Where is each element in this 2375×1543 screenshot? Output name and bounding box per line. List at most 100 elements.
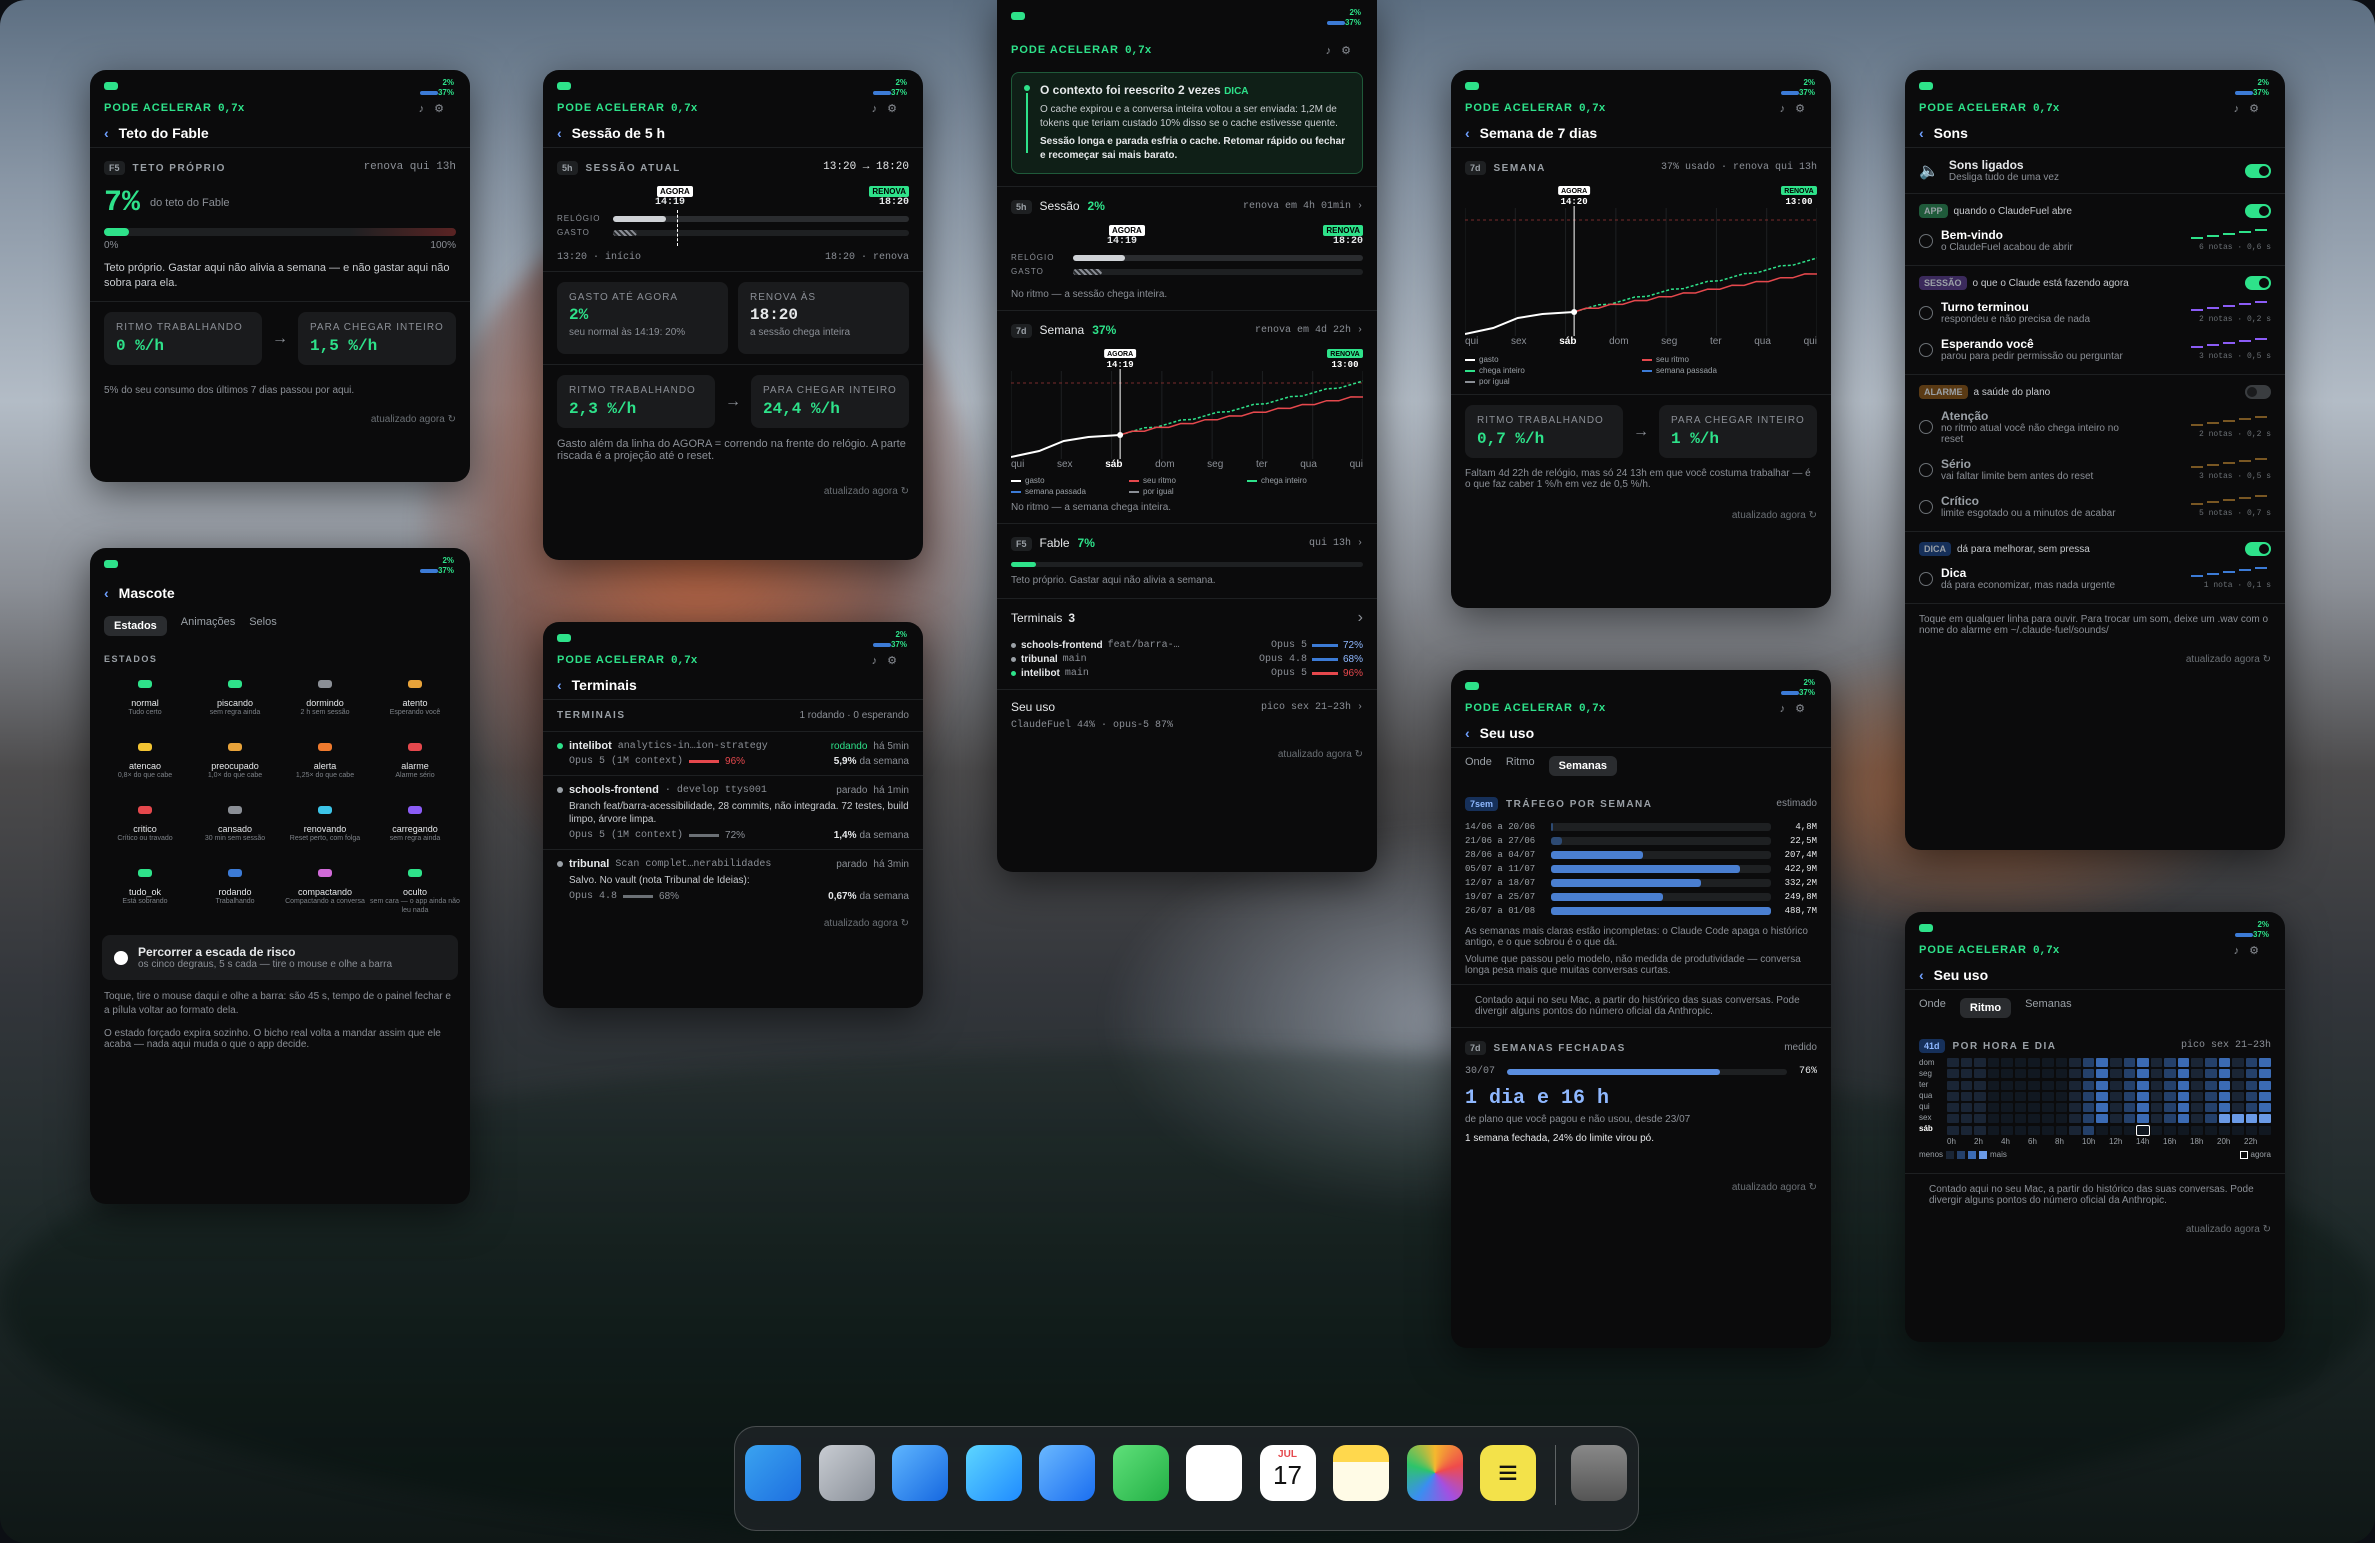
gear-icon[interactable]: ⚙: [887, 103, 907, 115]
speaker-icon[interactable]: ♪: [2234, 945, 2250, 957]
updated-footer[interactable]: atualizado agora ↻: [1451, 502, 1831, 533]
chevron-left-icon[interactable]: ‹: [1465, 125, 1470, 141]
updated-footer[interactable]: atualizado agora ↻: [1905, 646, 2285, 677]
terminal-summary-row[interactable]: schools-frontend feat/barra-… Opus 5 72%: [1011, 640, 1363, 651]
updated-footer[interactable]: atualizado agora ↻: [543, 478, 923, 509]
gear-icon[interactable]: ⚙: [1341, 45, 1361, 57]
chevron-left-icon[interactable]: ‹: [557, 677, 562, 693]
tab-ritmo[interactable]: Ritmo: [1506, 756, 1535, 776]
gear-icon[interactable]: ⚙: [1795, 103, 1815, 115]
tab-onde[interactable]: Onde: [1465, 756, 1492, 776]
tip-card[interactable]: O contexto foi reescrito 2 vezes DICA O …: [1011, 72, 1363, 174]
state-cansado[interactable]: cansado 30 min sem sessão: [190, 806, 280, 843]
state-atencao[interactable]: atencao 0,8× do que cabe: [100, 743, 190, 780]
terminal-item[interactable]: schools-frontend · develop ttys001 parado h…: [543, 775, 923, 849]
messages-icon[interactable]: [965, 1445, 1022, 1501]
usage-row[interactable]: Seu uso pico sex 21–23h › ClaudeFuel 44% …: [997, 690, 1377, 741]
risk-ladder-button[interactable]: Percorrer a escada de risco os cinco degr…: [102, 935, 458, 980]
tab-ritmo[interactable]: Ritmo: [1959, 998, 2012, 1018]
sound-item[interactable]: Turno terminou respondeu e não precisa de…: [1905, 294, 2285, 331]
play-icon[interactable]: [1919, 462, 1933, 477]
updated-footer[interactable]: atualizado agora ↻: [1451, 1174, 1831, 1205]
tab-semanas[interactable]: Semanas: [1548, 756, 1617, 776]
sound-item[interactable]: Esperando você parou para pedir permissão…: [1905, 331, 2285, 368]
gear-icon[interactable]: ⚙: [2249, 103, 2269, 115]
back-header[interactable]: ‹ Teto do Fable: [90, 118, 470, 148]
facetime-icon[interactable]: [1112, 1445, 1169, 1501]
safari-icon[interactable]: [892, 1445, 948, 1501]
sound-item[interactable]: Sério vai faltar limite bem antes do rese…: [1905, 451, 2285, 488]
play-icon[interactable]: [1919, 342, 1933, 357]
sound-item[interactable]: Dica dá para economizar, mas nada urgente…: [1905, 560, 2285, 597]
finder-icon[interactable]: [745, 1445, 801, 1501]
chevron-left-icon[interactable]: ‹: [104, 585, 109, 601]
back-header[interactable]: ‹ Seu uso: [1905, 960, 2285, 990]
gear-icon[interactable]: ⚙: [1795, 703, 1815, 715]
state-normal[interactable]: normal Tudo certo: [100, 680, 190, 717]
gear-icon[interactable]: ⚙: [887, 655, 907, 667]
speaker-icon[interactable]: ♪: [1326, 45, 1342, 57]
terminal-summary-row[interactable]: intelibot main Opus 5 96%: [1011, 668, 1363, 679]
tab-animações[interactable]: Animações: [181, 616, 235, 636]
tab-onde[interactable]: Onde: [1919, 998, 1946, 1018]
speaker-icon[interactable]: ♪: [872, 103, 888, 115]
launchpad-icon[interactable]: [818, 1445, 875, 1501]
state-alarme[interactable]: alarme Alarme sério: [370, 743, 460, 780]
chevron-left-icon[interactable]: ‹: [1919, 967, 1924, 983]
sound-group-header[interactable]: ALARME a saúde do plano: [1905, 375, 2285, 403]
master-sound-row[interactable]: 🔈 Sons ligados Desliga tudo de uma vez: [1905, 148, 2285, 193]
updated-footer[interactable]: atualizado agora ↻: [543, 910, 923, 941]
state-rodando[interactable]: rodando Trabalhando: [190, 869, 280, 915]
week-row[interactable]: 7d Semana 37% renova em 4d 22h ›: [997, 311, 1377, 349]
sound-group-header[interactable]: SESSÃO o que o Claude está fazendo agora: [1905, 266, 2285, 294]
back-header[interactable]: ‹ Sessão de 5 h: [543, 118, 923, 148]
updated-footer[interactable]: atualizado agora ↻: [997, 741, 1377, 772]
sound-item[interactable]: Crítico limite esgotado ou a minutos de a…: [1905, 488, 2285, 525]
state-dormindo[interactable]: dormindo 2 h sem sessão: [280, 680, 370, 717]
terminals-row[interactable]: Terminais 3 ›: [997, 599, 1377, 637]
speaker-icon[interactable]: ♪: [1780, 703, 1796, 715]
trash-icon[interactable]: [1571, 1445, 1627, 1501]
calendar-icon[interactable]: JUL 17: [1259, 1445, 1316, 1501]
tab-estados[interactable]: Estados: [104, 616, 167, 636]
state-tudo_ok[interactable]: tudo_ok Está sobrando: [100, 869, 190, 915]
gear-icon[interactable]: ⚙: [434, 103, 454, 115]
sound-group-toggle[interactable]: [2245, 385, 2271, 399]
state-preocupado[interactable]: preocupado 1,0× do que cabe: [190, 743, 280, 780]
state-compactando[interactable]: compactando Compactando a conversa: [280, 869, 370, 915]
state-oculto[interactable]: oculto sem cara — o app ainda não leu nad…: [370, 869, 460, 915]
sound-group-toggle[interactable]: [2245, 204, 2271, 218]
reminders-icon[interactable]: [1186, 1445, 1242, 1501]
sound-item[interactable]: Atenção no ritmo atual você não chega int…: [1905, 403, 2285, 451]
speaker-icon[interactable]: ♪: [872, 655, 888, 667]
terminal-summary-row[interactable]: tribunal main Opus 4.8 68%: [1011, 654, 1363, 665]
back-header[interactable]: ‹ Semana de 7 dias: [1451, 118, 1831, 148]
sound-group-header[interactable]: APP quando o ClaudeFuel abre: [1905, 194, 2285, 222]
back-header[interactable]: ‹ Sons: [1905, 118, 2285, 148]
chevron-left-icon[interactable]: ‹: [1919, 125, 1924, 141]
speaker-icon[interactable]: ♪: [419, 103, 435, 115]
chevron-left-icon[interactable]: ‹: [1465, 725, 1470, 741]
sound-group-toggle[interactable]: [2245, 276, 2271, 290]
back-header[interactable]: ‹ Terminais: [543, 670, 923, 700]
state-piscando[interactable]: piscando sem regra ainda: [190, 680, 280, 717]
updated-footer[interactable]: atualizado agora ↻: [1905, 1216, 2285, 1247]
updated-footer[interactable]: atualizado agora ↻: [90, 406, 470, 437]
fable-row[interactable]: F5 Fable 7% qui 13h ›: [997, 524, 1377, 562]
terminal-item[interactable]: tribunal Scan complet…nerabilidades parado…: [543, 849, 923, 910]
state-alerta[interactable]: alerta 1,25× do que cabe: [280, 743, 370, 780]
photos-icon[interactable]: [1406, 1445, 1463, 1501]
terminal-item[interactable]: intelibot analytics-in…ion-strategy rodand…: [543, 731, 923, 775]
back-header[interactable]: ‹ Mascote: [90, 578, 470, 608]
speaker-icon[interactable]: ♪: [2234, 103, 2250, 115]
play-icon[interactable]: [1919, 420, 1933, 434]
tab-semanas[interactable]: Semanas: [2025, 998, 2071, 1018]
play-icon[interactable]: [1919, 499, 1933, 514]
sound-group-header[interactable]: DICA dá para melhorar, sem pressa: [1905, 532, 2285, 560]
chevron-left-icon[interactable]: ‹: [557, 125, 562, 141]
state-carregando[interactable]: carregando sem regra ainda: [370, 806, 460, 843]
notes-icon[interactable]: [1333, 1445, 1389, 1501]
master-sound-toggle[interactable]: [2245, 163, 2271, 178]
chevron-left-icon[interactable]: ‹: [104, 125, 109, 141]
state-renovando[interactable]: renovando Reset perto, com folga: [280, 806, 370, 843]
